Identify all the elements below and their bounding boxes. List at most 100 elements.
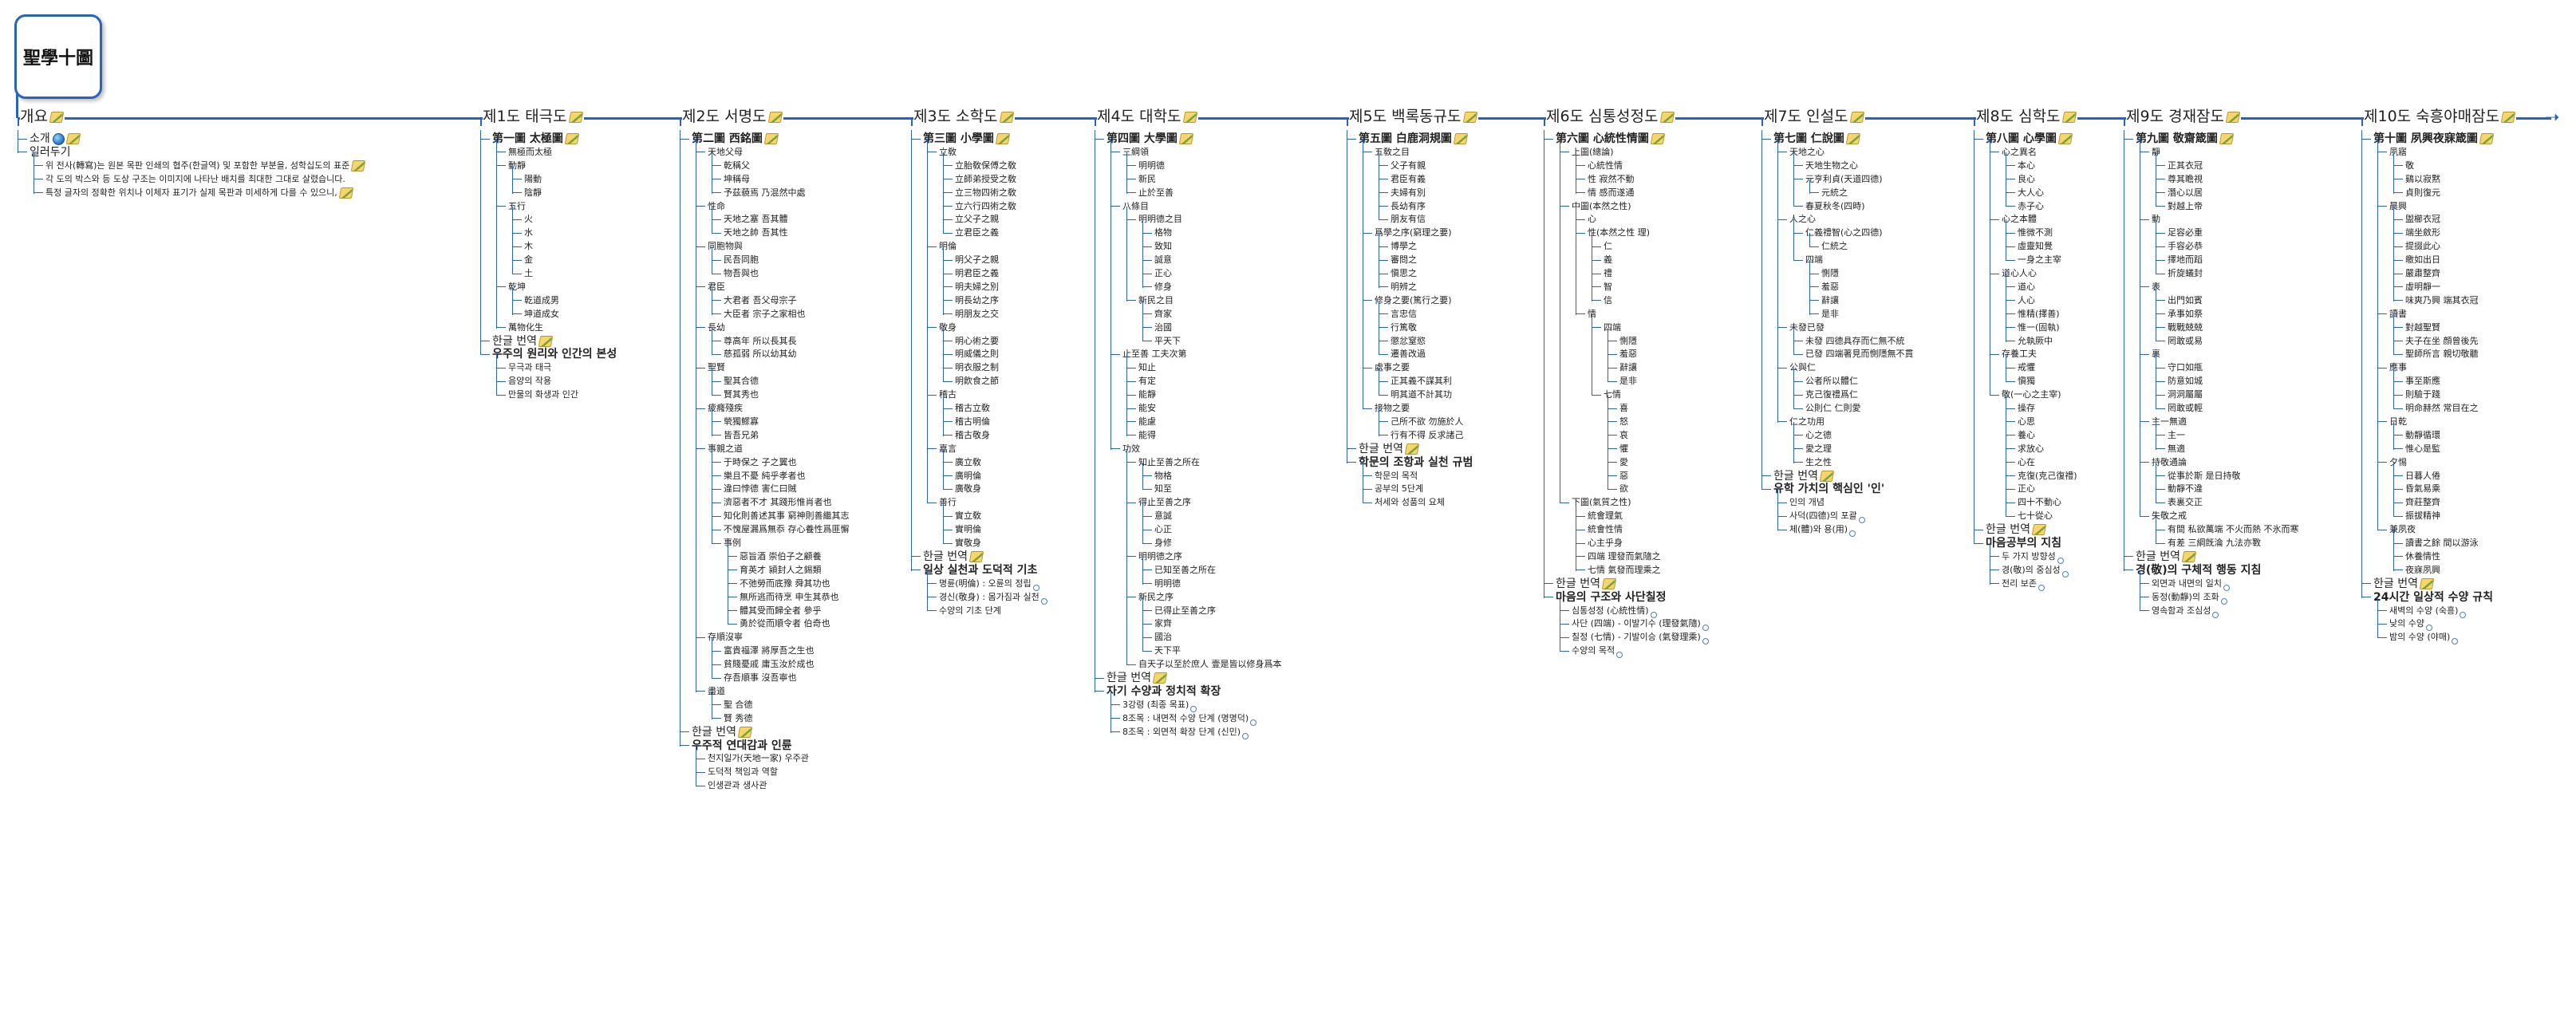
topic-node-level-2[interactable]: 嘉言 [927, 442, 957, 456]
topic-node-level-4[interactable]: 正心 [1142, 266, 1172, 281]
topic-node-level-3[interactable]: 主一 [2156, 428, 2185, 443]
section-header[interactable]: 제8도 심학도 [1976, 107, 2077, 126]
topic-node-level-3[interactable]: 有差 三綱旣淪 九法亦斁 [2156, 536, 2261, 550]
note-pencil-icon[interactable] [968, 550, 984, 562]
topic-node-level-3[interactable]: 生之性 [1793, 455, 1832, 470]
topic-node-level-3[interactable]: 表裏交正 [2156, 495, 2203, 510]
topic-node-level-2[interactable]: 止至善 工夫次第 [1110, 347, 1187, 361]
topic-node-level-3[interactable]: 心之德 [1793, 428, 1832, 443]
topic-node-level-3[interactable]: 能安 [1126, 401, 1156, 416]
topic-node-level-3[interactable]: 心 [1576, 212, 1596, 227]
topic-node-level-3[interactable]: 明君臣之義 [943, 266, 999, 281]
topic-node-level-2[interactable]: 盡道 [696, 684, 725, 699]
note-pencil-icon[interactable] [1152, 672, 1168, 684]
topic-node-level-3[interactable]: 立六行四術之敎 [943, 199, 1016, 214]
topic-node-level-5[interactable]: 喜 [1608, 401, 1628, 416]
topic-node-level-3[interactable]: 罔敢或輕 [2156, 401, 2203, 416]
topic-node-level-2[interactable]: 公與仁 [1777, 361, 1816, 375]
topic-node-level-3[interactable]: 新民之序 [1126, 590, 1174, 605]
topic-node-level-1[interactable]: 한글 번역 [2124, 550, 2197, 564]
topic-node-level-4[interactable]: 明明德 [1142, 577, 1181, 591]
topic-node-level-3[interactable]: 嚴肅整齊 [2393, 266, 2440, 281]
topic-node-level-3[interactable]: 朋友有信 [1379, 212, 1426, 227]
note-pencil-icon[interactable] [2225, 111, 2241, 123]
topic-node-level-3[interactable]: 物吾與也 [712, 266, 759, 281]
topic-node-level-4[interactable]: 意誠 [1142, 509, 1172, 523]
topic-node-level-2[interactable]: 밤의 수양 (야매) [2377, 630, 2459, 645]
topic-node-level-3[interactable]: 提掇此心 [2393, 239, 2440, 254]
topic-node-level-2[interactable]: 명륜(明倫) : 오륜의 정립 [927, 577, 1039, 591]
topic-node-level-3[interactable]: 行有不得 反求諸己 [1379, 428, 1464, 443]
topic-node-level-3[interactable]: 對越聖賢 [2393, 321, 2440, 335]
section-header[interactable]: 개요 [20, 107, 65, 126]
topic-node-level-3[interactable]: 足容必重 [2156, 226, 2203, 240]
topic-node-level-3[interactable]: 操存 [2006, 401, 2035, 416]
topic-node-level-4[interactable]: 誠意 [1142, 253, 1172, 267]
topic-node-level-3[interactable]: 虛靈知覺 [2006, 239, 2053, 254]
topic-node-level-2[interactable]: 8조목 : 외면적 확장 단계 (신민) [1110, 725, 1249, 739]
root-topic[interactable]: 聖學十圖 [14, 14, 102, 99]
note-pencil-icon[interactable] [1849, 111, 1864, 123]
topic-node-level-3[interactable]: 愼獨 [2006, 374, 2035, 388]
link-icon[interactable] [2452, 638, 2459, 645]
topic-node-level-3[interactable]: 明辨之 [1379, 280, 1417, 294]
note-pencil-icon[interactable] [2061, 111, 2077, 123]
note-pencil-icon[interactable] [564, 133, 580, 144]
link-icon[interactable] [1040, 597, 1047, 605]
note-pencil-icon[interactable] [49, 111, 65, 123]
topic-node-level-3[interactable]: 統會性情 [1576, 522, 1623, 537]
topic-node-level-3[interactable]: 昏氣易乘 [2393, 482, 2440, 496]
topic-node-level-2[interactable]: 만물의 화생과 인간 [496, 388, 578, 402]
topic-node-level-3[interactable]: 潛心以居 [2156, 186, 2203, 200]
section-header[interactable]: 제6도 심통성정도 [1546, 107, 1675, 126]
topic-node-level-3[interactable]: 出門如賓 [2156, 294, 2203, 308]
note-pencil-icon[interactable] [351, 160, 366, 171]
topic-node-level-3[interactable]: 七情 氣發而理乘之 [1576, 563, 1661, 577]
topic-node-level-5[interactable]: 惻隱 [1608, 334, 1637, 349]
topic-node-level-3[interactable]: 明朋友之交 [943, 307, 999, 321]
topic-node-level-3[interactable]: 不愧屋漏爲無忝 存心養性爲匪懈 [712, 522, 850, 537]
note-pencil-icon[interactable] [1601, 577, 1617, 589]
topic-node-level-3[interactable]: 養心 [2006, 428, 2035, 443]
topic-node-level-2[interactable]: 체(體)와 용(用) [1777, 522, 1856, 538]
note-pencil-icon[interactable] [2500, 111, 2516, 123]
topic-node-level-3[interactable]: 惟微不測 [2006, 226, 2053, 240]
topic-node-level-3[interactable]: 戒懼 [2006, 361, 2035, 375]
topic-node-level-4[interactable]: 平天下 [1142, 334, 1181, 349]
topic-node-level-2[interactable]: 무극과 태극 [496, 361, 551, 375]
topic-node-level-3[interactable]: 夜寐夙興 [2393, 563, 2440, 577]
section-header[interactable]: 제3도 소학도 [913, 107, 1015, 126]
note-pencil-icon[interactable] [538, 335, 554, 347]
topic-node-level-1[interactable]: 한글 번역 [1095, 671, 1168, 685]
topic-node-level-2[interactable]: 爲學之序(窮理之要) [1363, 226, 1452, 240]
topic-node-level-4[interactable]: 義 [1592, 253, 1612, 267]
note-pencil-icon[interactable] [995, 133, 1011, 144]
topic-node-level-3[interactable]: 明長幼之序 [943, 294, 999, 308]
note-pencil-icon[interactable] [1182, 111, 1197, 123]
topic-node-level-4[interactable]: 體其受而歸全者 參乎 [728, 604, 822, 618]
topic-node-level-3[interactable]: 人心 [2006, 294, 2035, 308]
topic-node-level-2[interactable]: 수양의 목적 [1560, 644, 1623, 659]
topic-node-level-1[interactable]: 第六圖 心統性情圖 [1544, 132, 1666, 146]
topic-node-level-3[interactable]: 性 寂然不動 [1576, 172, 1635, 187]
topic-node-level-5[interactable]: 懼 [1608, 442, 1628, 456]
section-header[interactable]: 제4도 대학도 [1097, 107, 1198, 126]
topic-node-level-2[interactable]: 夙寤 [2377, 145, 2407, 160]
topic-node-level-1[interactable]: 24시간 일상적 수양 규칙 [2361, 590, 2493, 605]
topic-node-level-3[interactable]: 濟惡者不才 其踐形惟肖者也 [712, 495, 832, 510]
topic-node-level-3[interactable]: 立師弟授受之敎 [943, 172, 1016, 187]
topic-node-level-2[interactable]: 讀書 [2377, 307, 2407, 321]
topic-node-level-2[interactable]: 경신(敬身) : 몸가짐과 실천 [927, 590, 1047, 605]
topic-node-level-5[interactable]: 辭讓 [1608, 361, 1637, 375]
note-pencil-icon[interactable] [2057, 133, 2073, 144]
topic-node-level-3[interactable]: 則驗于踐 [2393, 388, 2440, 402]
topic-node-level-3[interactable]: 元亨利貞(天道四德) [1793, 172, 1883, 187]
topic-node-level-4[interactable]: 無所逃而待烹 申生其恭也 [728, 590, 839, 605]
topic-node-level-5[interactable]: 愛 [1608, 455, 1628, 470]
topic-node-level-3[interactable]: 惟一(固執) [2006, 321, 2060, 335]
topic-node-level-4[interactable]: 已得止至善之序 [1142, 604, 1216, 618]
topic-node-level-2[interactable]: 인의 개념 [1777, 495, 1825, 510]
note-pencil-icon[interactable] [1659, 111, 1675, 123]
topic-node-level-2[interactable]: 長幼 [696, 321, 725, 335]
topic-node-level-3[interactable]: 聖 合德 [712, 698, 753, 712]
